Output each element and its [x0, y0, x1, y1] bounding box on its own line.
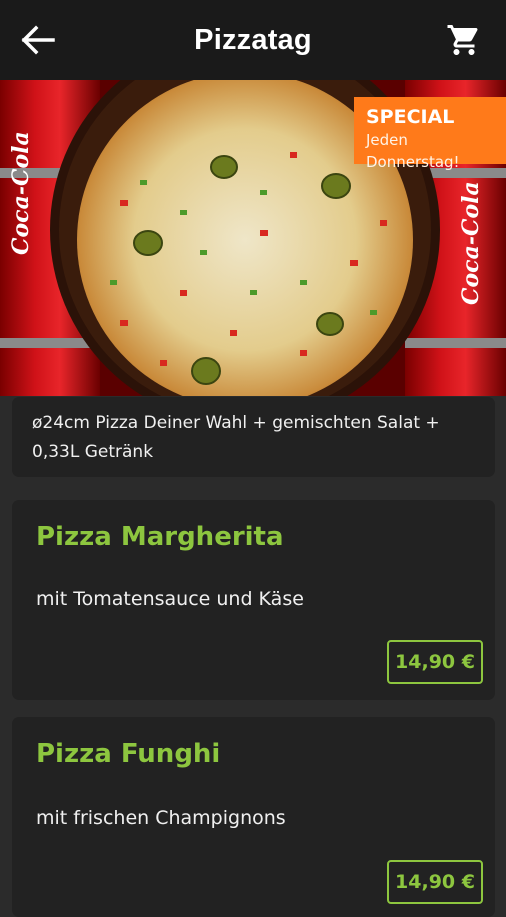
menu-item-subtitle: mit Tomatensauce und Käse — [36, 588, 304, 610]
price-button[interactable]: 14,90 € — [387, 860, 483, 904]
shopping-cart-icon — [447, 25, 478, 55]
can-logo-left: Coca-Cola — [8, 131, 34, 255]
page-title: Pizzatag — [194, 23, 312, 56]
app-bar: Pizzatag — [0, 0, 506, 80]
offer-description: ø24cm Pizza Deiner Wahl + gemischten Sal… — [12, 397, 495, 477]
menu-item-card[interactable]: Pizza Margherita mit Tomatensauce und Kä… — [12, 500, 495, 700]
special-badge-title: SPECIAL — [366, 106, 455, 128]
special-badge-subtitle: Jeden Donnerstag! — [366, 131, 460, 171]
menu-item-subtitle: mit frischen Champignons — [36, 807, 286, 829]
cart-button[interactable] — [442, 20, 486, 60]
special-badge: SPECIAL Jeden Donnerstag! — [354, 97, 506, 171]
price-button[interactable]: 14,90 € — [387, 640, 483, 684]
can-logo-right: Coca-Cola — [458, 181, 484, 305]
menu-item-card[interactable]: Pizza Funghi mit frischen Champignons 14… — [12, 717, 495, 917]
back-button[interactable] — [18, 22, 58, 58]
menu-item-name: Pizza Margherita — [36, 522, 284, 552]
back-arrow-icon — [21, 25, 55, 55]
menu-item-name: Pizza Funghi — [36, 739, 221, 769]
